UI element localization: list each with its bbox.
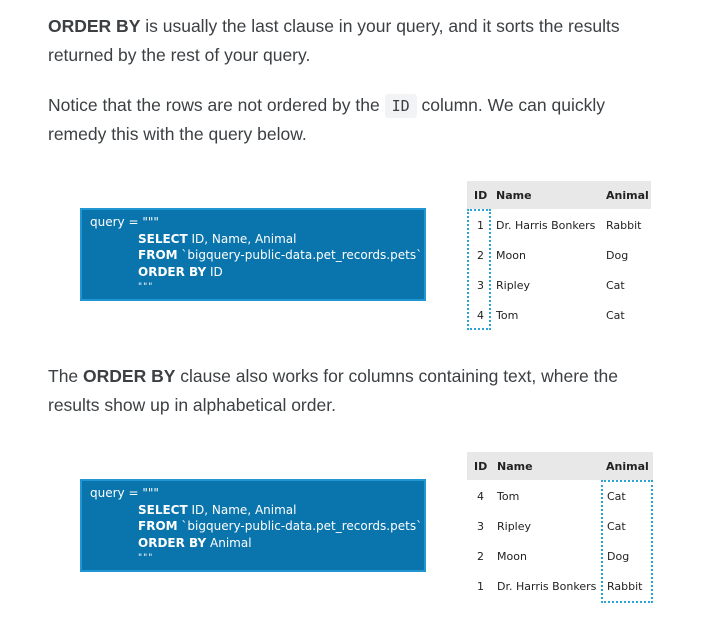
query-assign: query = """: [90, 215, 159, 229]
column-header-id: ID: [474, 189, 488, 202]
paragraph-text: results show up in alphabetical order.: [48, 395, 336, 415]
query-line-select: SELECT ID, Name, Animal: [138, 503, 297, 517]
paragraph-text: remedy this with the query below.: [48, 124, 307, 144]
query-close: """: [138, 553, 154, 563]
table-cell-name: Tom: [497, 490, 520, 503]
table-cell-name: Ripley: [497, 520, 532, 533]
result-table-unsorted-by-id: ID Name Animal 1 Dr. Harris Bonkers Rabb…: [467, 181, 651, 331]
table-cell-id: 4: [477, 490, 484, 503]
table-cell-name: Tom: [496, 309, 519, 322]
table-cell-id: 3: [477, 520, 484, 533]
result-table-sorted-by-animal: ID Name Animal 4 Tom Cat 3 Ripley Cat 2 …: [467, 452, 653, 604]
table-cell-animal: Rabbit: [606, 219, 642, 232]
table-cell-name: Moon: [496, 249, 526, 262]
query-line-order-by: ORDER BY Animal: [138, 536, 252, 550]
query-line-order-by: ORDER BY ID: [138, 265, 223, 279]
query-code-block: query = """ SELECT ID, Name, Animal FROM…: [80, 208, 426, 301]
animal-column-highlight: [601, 480, 653, 603]
paragraph-text: returned by the rest of your query.: [48, 45, 311, 65]
table-cell-animal: Cat: [606, 279, 625, 292]
paragraph-text: The: [48, 366, 84, 386]
paragraph-text: clause also works for columns containing…: [175, 366, 618, 386]
query-close: """: [138, 282, 154, 292]
query-line-from: FROM `bigquery-public-data.pet_records.p…: [138, 248, 423, 262]
paragraph-order-by-intro: ORDER BY is usually the last clause in y…: [48, 12, 688, 70]
paragraph-text: column. We can quickly: [416, 95, 606, 115]
column-header-id: ID: [474, 460, 488, 473]
table-cell-name: Dr. Harris Bonkers: [496, 219, 596, 232]
id-column-highlight: [467, 209, 491, 330]
table-cell-animal: Dog: [606, 249, 629, 262]
paragraph-order-by-text: The ORDER BY clause also works for colum…: [48, 362, 688, 420]
query-assign: query = """: [90, 486, 159, 500]
keyword-order-by: ORDER BY: [83, 366, 176, 386]
table-cell-id: 2: [477, 550, 484, 563]
query-code-block: query = """ SELECT ID, Name, Animal FROM…: [80, 479, 426, 572]
column-header-name: Name: [496, 189, 532, 202]
column-header-name: Name: [497, 460, 533, 473]
keyword-order-by: ORDER BY: [48, 16, 141, 36]
inline-code-id: ID: [384, 94, 417, 118]
table-cell-animal: Cat: [606, 309, 625, 322]
paragraph-notice: Notice that the rows are not ordered by …: [48, 91, 688, 149]
column-header-animal: Animal: [606, 189, 649, 202]
query-line-select: SELECT ID, Name, Animal: [138, 232, 297, 246]
query-line-from: FROM `bigquery-public-data.pet_records.p…: [138, 519, 423, 533]
table-cell-name: Ripley: [496, 279, 531, 292]
column-header-animal: Animal: [606, 460, 649, 473]
paragraph-text: Notice that the rows are not ordered by …: [48, 95, 385, 115]
paragraph-text: is usually the last clause in your query…: [140, 16, 620, 36]
table-cell-id: 1: [477, 580, 484, 593]
table-cell-name: Dr. Harris Bonkers: [497, 580, 597, 593]
table-cell-name: Moon: [497, 550, 527, 563]
